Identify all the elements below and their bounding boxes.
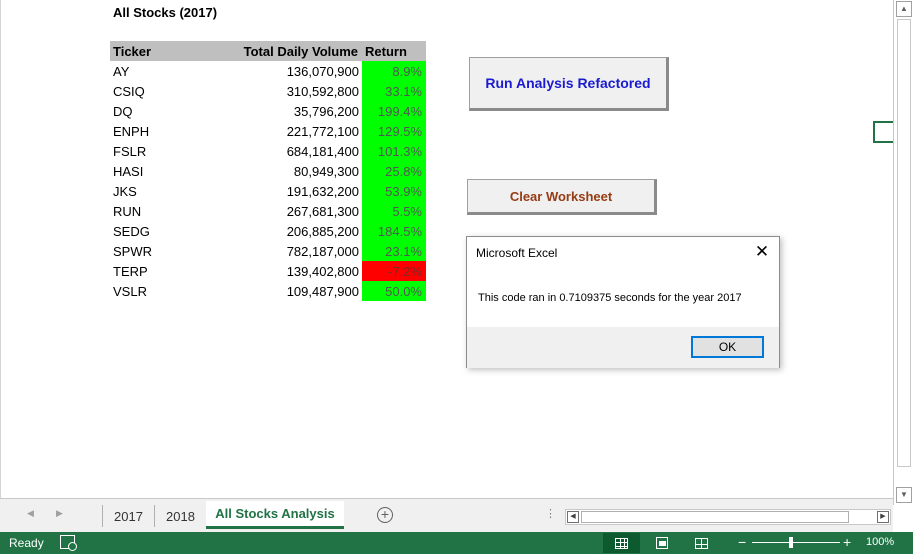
message-dialog: Microsoft Excel ✕ This code ran in 0.710… — [466, 236, 780, 368]
table-header-row: Ticker Total Daily Volume Return — [110, 41, 426, 61]
volume-cell[interactable]: 191,632,200 — [235, 181, 362, 201]
zoom-slider-track[interactable] — [752, 542, 840, 543]
worksheet-grid[interactable]: All Stocks (2017) Ticker Total Daily Vol… — [0, 0, 895, 498]
ticker-cell[interactable]: SPWR — [110, 241, 235, 261]
ticker-cell[interactable]: CSIQ — [110, 81, 235, 101]
table-row: RUN 267,681,300 5.5% — [110, 201, 426, 221]
zoom-slider-thumb[interactable] — [789, 537, 793, 548]
return-cell[interactable]: 25.8% — [362, 161, 426, 181]
ticker-cell[interactable]: SEDG — [110, 221, 235, 241]
ticker-cell[interactable]: AY — [110, 61, 235, 81]
ticker-cell[interactable]: FSLR — [110, 141, 235, 161]
volume-cell[interactable]: 206,885,200 — [235, 221, 362, 241]
tab-prev-icon[interactable]: ◀ — [27, 508, 34, 519]
table-row: JKS 191,632,200 53.9% — [110, 181, 426, 201]
return-cell[interactable]: 33.1% — [362, 81, 426, 101]
zoom-out-icon[interactable]: − — [738, 535, 746, 549]
sheet-tab-bar: ◀ ▶ 2017 2018 All Stocks Analysis + ⋮ ◀ … — [0, 498, 893, 532]
scroll-up-icon[interactable]: ▲ — [896, 1, 912, 17]
page-break-view-button[interactable] — [683, 533, 720, 553]
dialog-footer: OK — [467, 327, 779, 368]
volume-cell[interactable]: 109,487,900 — [235, 281, 362, 301]
table-row: CSIQ 310,592,800 33.1% — [110, 81, 426, 101]
return-cell[interactable]: 184.5% — [362, 221, 426, 241]
scroll-left-icon[interactable]: ◀ — [567, 511, 579, 523]
volume-cell[interactable]: 35,796,200 — [235, 101, 362, 121]
horizontal-scrollbar[interactable]: ◀ ▶ — [565, 509, 891, 525]
clear-worksheet-button[interactable]: Clear Worksheet — [467, 179, 657, 215]
table-row: SPWR 782,187,000 23.1% — [110, 241, 426, 261]
table-row: ENPH 221,772,100 129.5% — [110, 121, 426, 141]
status-text: Ready — [9, 536, 44, 550]
close-icon[interactable]: ✕ — [751, 241, 773, 263]
add-sheet-icon[interactable]: + — [377, 507, 393, 523]
tab-all-stocks-analysis[interactable]: All Stocks Analysis — [206, 501, 344, 529]
scroll-down-icon[interactable]: ▼ — [896, 487, 912, 503]
return-cell[interactable]: 199.4% — [362, 101, 426, 121]
page-layout-icon — [655, 537, 668, 549]
volume-cell[interactable]: 139,402,800 — [235, 261, 362, 281]
tab-2017[interactable]: 2017 — [102, 505, 154, 527]
macro-recording-icon[interactable] — [60, 535, 77, 551]
ticker-cell[interactable]: JKS — [110, 181, 235, 201]
volume-cell[interactable]: 782,187,000 — [235, 241, 362, 261]
ticker-cell[interactable]: RUN — [110, 201, 235, 221]
tab-splitter-icon[interactable]: ⋮ — [545, 507, 556, 520]
dialog-title: Microsoft Excel — [476, 246, 558, 260]
return-cell[interactable]: 129.5% — [362, 121, 426, 141]
page-break-icon — [695, 537, 708, 549]
table-row: SEDG 206,885,200 184.5% — [110, 221, 426, 241]
scroll-right-icon[interactable]: ▶ — [877, 511, 889, 523]
horizontal-scroll-thumb[interactable] — [581, 511, 849, 523]
volume-cell[interactable]: 221,772,100 — [235, 121, 362, 141]
ticker-cell[interactable]: TERP — [110, 261, 235, 281]
ticker-cell[interactable]: ENPH — [110, 121, 235, 141]
tab-next-icon[interactable]: ▶ — [56, 508, 63, 519]
status-bar: Ready − + 100% — [0, 532, 913, 554]
return-cell[interactable]: 53.9% — [362, 181, 426, 201]
dialog-message: This code ran in 0.7109375 seconds for t… — [478, 292, 742, 304]
run-analysis-button[interactable]: Run Analysis Refactored — [469, 57, 669, 111]
ticker-cell[interactable]: HASI — [110, 161, 235, 181]
selected-cell[interactable] — [873, 121, 895, 143]
column-header-return[interactable]: Return — [362, 41, 426, 61]
table-row: AY 136,070,900 8.9% — [110, 61, 426, 81]
vertical-scrollbar[interactable]: ▲ ▼ — [893, 0, 913, 505]
stocks-table-body: AY 136,070,900 8.9% CSIQ 310,592,800 33.1% DQ 3… — [110, 61, 426, 301]
zoom-level[interactable]: 100% — [866, 536, 894, 548]
table-row: FSLR 684,181,400 101.3% — [110, 141, 426, 161]
return-cell[interactable]: 5.5% — [362, 201, 426, 221]
normal-view-button[interactable] — [603, 533, 640, 553]
stocks-table: Ticker Total Daily Volume Return AY 136,0… — [110, 41, 426, 301]
return-cell[interactable]: 101.3% — [362, 141, 426, 161]
volume-cell[interactable]: 310,592,800 — [235, 81, 362, 101]
page-layout-view-button[interactable] — [643, 533, 680, 553]
ok-button[interactable]: OK — [691, 336, 764, 358]
return-cell[interactable]: 8.9% — [362, 61, 426, 81]
volume-cell[interactable]: 267,681,300 — [235, 201, 362, 221]
return-cell[interactable]: 50.0% — [362, 281, 426, 301]
volume-cell[interactable]: 136,070,900 — [235, 61, 362, 81]
table-row: TERP 139,402,800 -7.2% — [110, 261, 426, 281]
ticker-cell[interactable]: DQ — [110, 101, 235, 121]
vertical-scroll-thumb[interactable] — [897, 19, 911, 467]
ticker-cell[interactable]: VSLR — [110, 281, 235, 301]
tab-2018[interactable]: 2018 — [154, 505, 206, 527]
sheet-title: All Stocks (2017) — [113, 5, 218, 20]
table-row: VSLR 109,487,900 50.0% — [110, 281, 426, 301]
return-cell[interactable]: 23.1% — [362, 241, 426, 261]
volume-cell[interactable]: 80,949,300 — [235, 161, 362, 181]
volume-cell[interactable]: 684,181,400 — [235, 141, 362, 161]
return-cell[interactable]: -7.2% — [362, 261, 426, 281]
table-row: DQ 35,796,200 199.4% — [110, 101, 426, 121]
grid-icon — [615, 537, 628, 549]
zoom-in-icon[interactable]: + — [843, 535, 851, 549]
table-row: HASI 80,949,300 25.8% — [110, 161, 426, 181]
column-header-volume[interactable]: Total Daily Volume — [235, 41, 362, 61]
column-header-ticker[interactable]: Ticker — [110, 41, 235, 61]
